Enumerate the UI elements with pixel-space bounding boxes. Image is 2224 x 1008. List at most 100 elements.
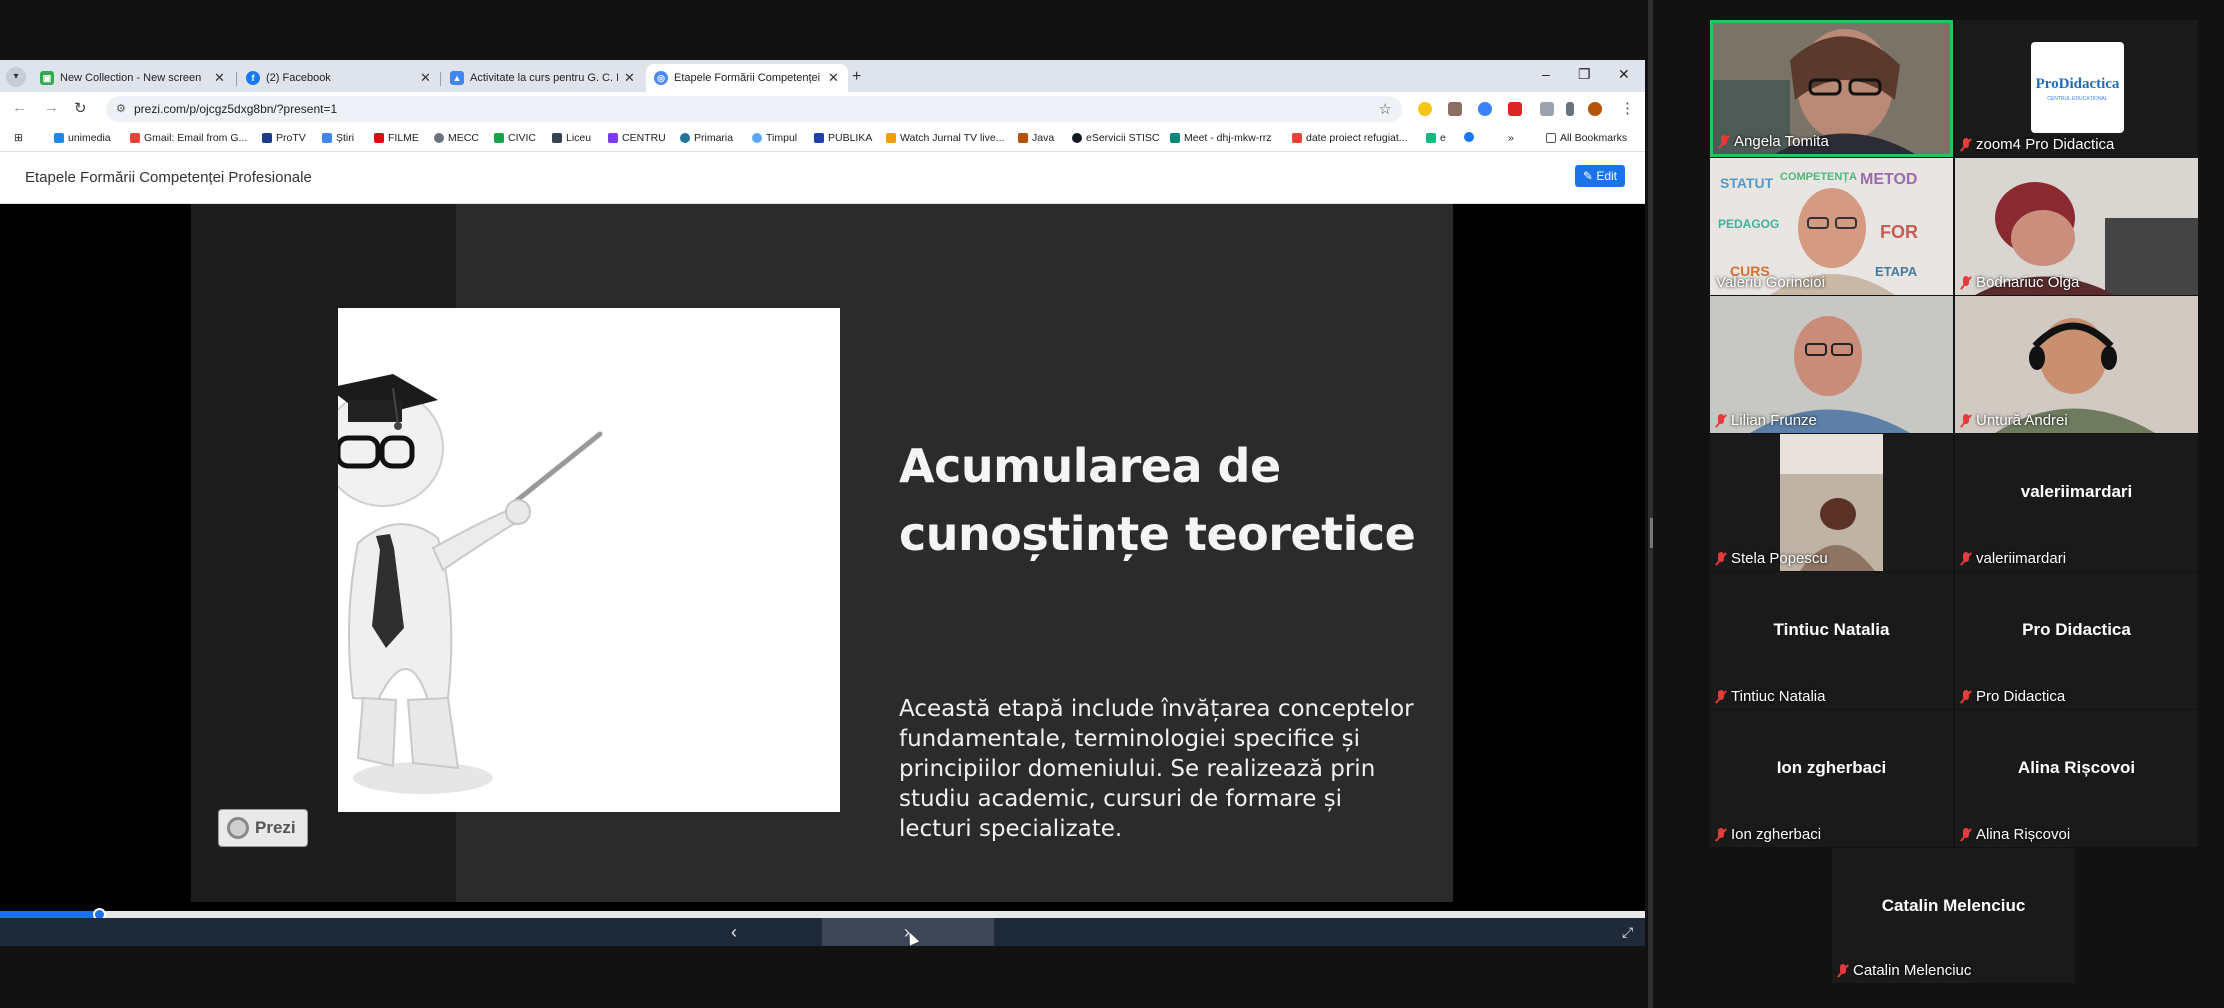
bookmark-protv[interactable]: ProTV (262, 132, 306, 144)
tab-activitate[interactable]: ▲ Activitate la curs pentru G. C. N ✕ (442, 64, 644, 92)
tab-close-icon[interactable]: ✕ (828, 70, 840, 86)
bookmark-icon (262, 133, 272, 143)
participant-tile[interactable]: valeriimardari valeriimardari (1955, 434, 2198, 571)
edit-button[interactable]: ✎ Edit (1574, 165, 1625, 187)
participant-tile[interactable]: Bodnariuc Olga (1955, 158, 2198, 295)
extension-audio-icon[interactable] (1478, 102, 1492, 116)
extension-smiley-icon[interactable] (1418, 102, 1432, 116)
participant-display-name: Pro Didactica (2022, 620, 2131, 639)
participant-tile[interactable]: Ion zgherbaci Ion zgherbaci (1710, 710, 1953, 847)
tab-prezi-active[interactable]: ◎ Etapele Formării Competenței P ✕ (646, 64, 848, 92)
split-divider[interactable] (1648, 0, 1653, 1008)
bookmark-e[interactable]: e (1426, 132, 1446, 144)
mic-muted-icon (1716, 827, 1726, 842)
participant-name-tag: Stela Popescu (1716, 550, 1828, 567)
mic-muted-icon (1961, 689, 1971, 704)
facebook-bookmark-icon[interactable] (1464, 132, 1474, 142)
bookmark-stiri[interactable]: Știri (322, 132, 354, 144)
fullscreen-icon[interactable]: ⤢ (1622, 924, 1633, 941)
bookmark-publika[interactable]: PUBLIKA (814, 132, 872, 144)
participant-name: Stela Popescu (1731, 550, 1828, 567)
tab-search-button[interactable]: ▾ (6, 67, 26, 87)
close-window-icon[interactable]: ✕ (1618, 66, 1630, 83)
bookmark-mecc[interactable]: MECC (434, 132, 479, 144)
tab-facebook[interactable]: f (2) Facebook ✕ (238, 64, 440, 92)
bookmark-timpul[interactable]: Timpul (752, 132, 797, 144)
site-info-icon[interactable]: ⚙ (116, 102, 126, 115)
bookmark-civic[interactable]: CIVIC (494, 132, 536, 144)
tab-close-icon[interactable]: ✕ (214, 70, 226, 86)
mic-muted-icon (1961, 137, 1971, 152)
google-icon (322, 133, 332, 143)
bookmark-label: eServicii STISC (1086, 132, 1160, 144)
downloads-icon[interactable] (1566, 102, 1574, 116)
tab-close-icon[interactable]: ✕ (624, 70, 636, 86)
presentation-controls: ‹ › ⤢ (0, 918, 1645, 946)
gmail-icon (1292, 133, 1302, 143)
participant-tile[interactable]: Alina Rișcovoi Alina Rișcovoi (1955, 710, 2198, 847)
bookmark-java[interactable]: Java (1018, 132, 1054, 144)
bookmark-star-icon[interactable]: ☆ (1379, 100, 1392, 118)
svg-text:ETAPA: ETAPA (1875, 264, 1918, 279)
participant-tile[interactable]: Stela Popescu (1710, 434, 1953, 571)
presentation-stage: Acumularea de cunoștințe teoretice Aceas… (0, 204, 1645, 902)
bookmark-date-proiect[interactable]: date proiect refugiat... (1292, 132, 1408, 144)
gmail-icon (130, 133, 140, 143)
all-bookmarks-folder[interactable]: All Bookmarks (1546, 132, 1627, 144)
tab-separator (440, 72, 441, 86)
tab-new-collection[interactable]: ▣ New Collection - New screen ✕ (32, 64, 234, 92)
participant-tile[interactable]: STATUT METOD PEDAGOG FOR CURS ETAPA COMP… (1710, 158, 1953, 295)
address-bar-row: ← → ↻ ⚙ prezi.com/p/ojcgz5dxg8bn/?presen… (0, 92, 1645, 126)
bookmark-unimedia[interactable]: unimedia (54, 132, 111, 144)
participant-display-name: Tintiuc Natalia (1773, 620, 1890, 639)
forward-icon[interactable]: → (44, 99, 59, 116)
new-tab-button[interactable]: + (852, 68, 861, 86)
bookmark-filme[interactable]: FILME (374, 132, 419, 144)
bookmark-jurnal-tv[interactable]: Watch Jurnal TV live... (886, 132, 1004, 144)
participant-name: Catalin Melenciuc (1853, 962, 1972, 979)
tab-close-icon[interactable]: ✕ (420, 70, 432, 86)
shared-browser-window: ▾ ▣ New Collection - New screen ✕ f (2) … (0, 60, 1645, 946)
netflix-icon (374, 133, 384, 143)
divider-grip-handle[interactable] (1650, 518, 1653, 548)
reload-icon[interactable]: ↻ (74, 99, 87, 117)
bookmark-primaria[interactable]: Primaria (680, 132, 733, 144)
bookmark-gmail[interactable]: Gmail: Email from G... (130, 132, 247, 144)
url-text[interactable]: prezi.com/p/ojcgz5dxg8bn/?present=1 (134, 102, 337, 116)
apps-grid-icon[interactable]: ⊞ (14, 132, 23, 144)
participant-display-name: Catalin Melenciuc (1881, 896, 2026, 915)
restore-icon[interactable]: ❐ (1578, 66, 1591, 83)
participant-name: valeriimardari (1976, 550, 2067, 567)
minimize-icon[interactable]: – (1542, 66, 1550, 82)
presentation-progress-bar[interactable] (0, 908, 1645, 921)
participant-tile[interactable]: ProDidactica CENTRUL EDUCAȚIONAL zoom4 P… (1955, 20, 2198, 157)
bookmark-eservicii[interactable]: eServicii STISC (1072, 132, 1160, 144)
participant-tile[interactable]: Untură Andrei (1955, 296, 2198, 433)
previous-step-icon[interactable]: ‹ (731, 922, 737, 943)
bookmarks-bar: ⊞ unimedia Gmail: Email from G... ProTV … (0, 126, 1645, 152)
participant-tile[interactable]: Pro Didactica Pro Didactica (1955, 572, 2198, 709)
omnibox[interactable]: ⚙ prezi.com/p/ojcgz5dxg8bn/?present=1 ☆ (106, 96, 1402, 122)
extension-bag-icon[interactable] (1448, 102, 1462, 116)
bookmark-label: Gmail: Email from G... (144, 132, 248, 144)
participant-name: Tintiuc Natalia (1731, 688, 1826, 705)
bookmark-liceu[interactable]: Liceu (552, 132, 591, 144)
bookmark-centru[interactable]: CENTRU (608, 132, 666, 144)
menu-kebab-icon[interactable]: ⋮ (1620, 99, 1635, 117)
svg-text:STATUT: STATUT (1720, 175, 1774, 191)
back-icon[interactable]: ← (12, 99, 27, 116)
profile-avatar-icon[interactable] (1588, 102, 1602, 116)
extension-red-icon[interactable] (1508, 102, 1522, 116)
participant-tile[interactable]: Tintiuc Natalia Tintiuc Natalia (1710, 572, 1953, 709)
prezi-logo: Prezi (218, 809, 308, 847)
participant-tile[interactable]: Catalin Melenciuc Catalin Melenciuc (1832, 848, 2075, 983)
bookmark-meet[interactable]: Meet - dhj-mkw-rrz (1170, 132, 1272, 144)
tab-separator (236, 72, 237, 86)
progress-fill (0, 911, 99, 918)
participant-tile[interactable]: Lilian Frunze (1710, 296, 1953, 433)
more-bookmarks-icon[interactable]: » (1508, 132, 1514, 144)
participant-tile[interactable]: Angela Tomita (1710, 20, 1953, 157)
bookmark-icon (608, 133, 618, 143)
bookmark-icon (434, 133, 444, 143)
extensions-puzzle-icon[interactable] (1540, 102, 1554, 116)
